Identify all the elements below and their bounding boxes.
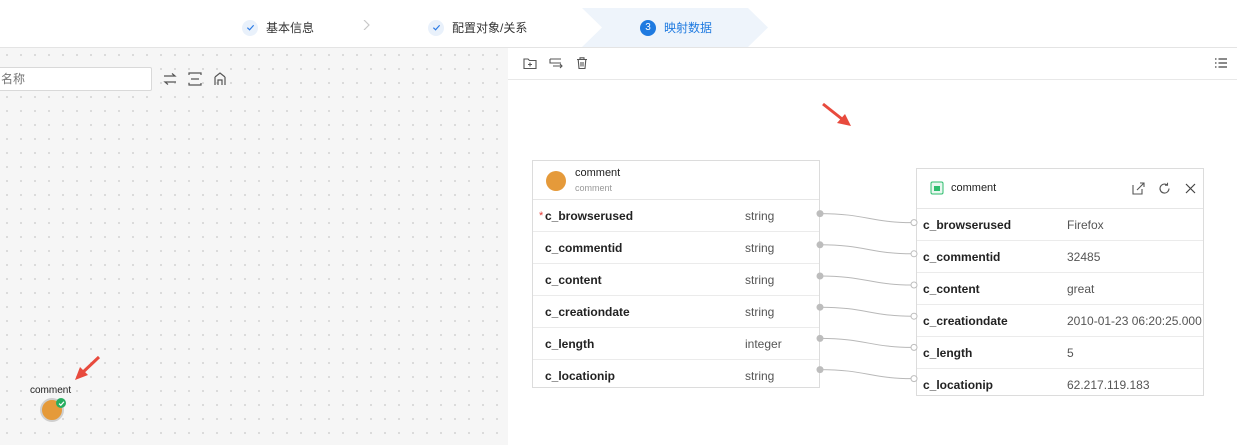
layout-icon[interactable] [212,71,228,87]
annotation-arrow-icon [822,102,851,126]
field-name: c_locationip [545,368,616,383]
check-icon [428,19,444,36]
annotation-arrow-icon [75,355,101,380]
source-field-row[interactable]: c_length integer [533,328,819,360]
source-card-title: comment [575,167,621,179]
source-field-list: * c_browserused string c_commentid string c_c… [533,200,819,391]
graph-canvas[interactable]: comment [0,48,508,445]
step-label: 基本信息 [266,21,315,35]
target-field-row[interactable]: c_creationdate 2010-01-23 06:20:25.000 [917,305,1203,337]
required-mark: * [539,209,544,222]
field-name: c_commentid [545,240,623,255]
mapping-link[interactable] [819,306,913,317]
field-value: 62.217.119.183 [1067,377,1150,392]
field-name: c_locationip [923,377,994,392]
field-value: great [1067,281,1095,296]
step-number-badge: 3 [640,19,656,36]
swap-icon[interactable] [162,71,178,87]
refresh-icon[interactable] [1158,182,1171,195]
field-name: c_browserused [545,208,634,223]
field-name: c_creationdate [545,304,630,319]
step-label: 配置对象/关系 [452,21,528,35]
field-name: c_content [545,272,602,287]
steps-bar: 基本信息 配置对象/关系 3 映射数据 [0,8,1237,48]
source-field-row[interactable]: c_commentid string [533,232,819,264]
mapping-link[interactable] [819,369,913,380]
mapping-toolbar [508,48,1237,80]
field-name: c_creationdate [923,313,1008,328]
source-table-card: comment comment * c_browserused string c_co… [532,160,820,388]
node-label: comment [30,385,72,396]
table-icon [930,181,944,195]
target-card-header: comment [917,169,1203,209]
field-name: c_browserused [923,217,1012,232]
field-value: Firefox [1067,217,1104,232]
field-name: c_commentid [923,249,1001,264]
chevron-right-icon [363,20,370,30]
close-icon[interactable] [1184,182,1197,195]
field-value: 5 [1067,345,1074,360]
mapping-link[interactable] [819,244,913,255]
edit-icon[interactable] [1132,182,1145,195]
target-table-card: comment c_browserused Firefox c_commentid 3… [916,168,1204,396]
mapping-link[interactable] [819,213,913,224]
field-name: c_length [545,336,595,351]
step-basic-info[interactable]: 基本信息 [242,8,314,47]
field-type: string [745,304,775,319]
target-field-row[interactable]: c_length 5 [917,337,1203,369]
field-type: string [745,272,775,287]
fit-view-icon[interactable] [187,71,203,87]
field-name: c_content [923,281,980,296]
field-type: string [745,240,775,255]
source-card-header: comment comment [533,161,819,200]
check-badge-icon [56,398,66,408]
mapping-link[interactable] [819,337,913,348]
source-field-row[interactable]: * c_browserused string [533,200,819,232]
list-icon[interactable] [1214,56,1228,70]
mapping-link[interactable] [819,275,913,286]
folder-add-icon[interactable] [523,56,537,70]
field-type: string [745,368,775,383]
source-field-row[interactable]: c_locationip string [533,360,819,391]
field-value: 32485 [1067,249,1101,264]
check-icon [242,19,258,36]
step-label: 映射数据 [664,21,713,35]
target-field-row[interactable]: c_commentid 32485 [917,241,1203,273]
field-type: integer [745,336,782,351]
field-value: 2010-01-23 06:20:25.000 [1067,313,1202,328]
target-field-row[interactable]: c_browserused Firefox [917,209,1203,241]
source-card-subtitle: comment [575,183,613,193]
target-field-list: c_browserused Firefox c_commentid 32485 c_co… [917,209,1203,400]
trash-icon[interactable] [575,56,589,70]
field-name: c_length [923,345,973,360]
target-field-row[interactable]: c_locationip 62.217.119.183 [917,369,1203,400]
target-card-title: comment [951,182,997,194]
target-field-row[interactable]: c_content great [917,273,1203,305]
link-mapping-icon[interactable] [549,56,563,70]
source-field-row[interactable]: c_content string [533,264,819,296]
entity-color-icon [546,171,566,191]
source-field-row[interactable]: c_creationdate string [533,296,819,328]
search-input[interactable] [0,67,152,91]
step-configure-objects[interactable]: 配置对象/关系 [428,8,527,47]
step-map-data[interactable]: 3 映射数据 [640,8,712,47]
field-type: string [745,208,775,223]
